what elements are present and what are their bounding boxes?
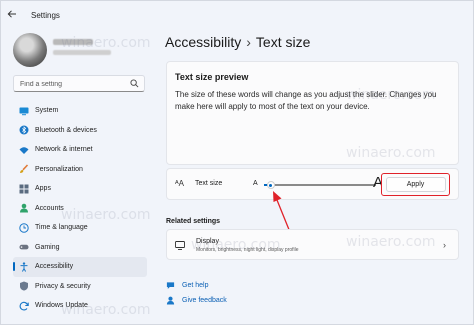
help-icon <box>166 282 175 289</box>
sidebar-item-label: System <box>35 107 59 115</box>
text-size-preview-card: Text size preview The size of these word… <box>166 61 459 165</box>
sidebar-item-label: Personalization <box>35 165 83 173</box>
settings-window: Settings System Bluetooth & devices <box>0 0 474 325</box>
sidebar-item-accounts[interactable]: Accounts <box>13 199 147 219</box>
search-box[interactable] <box>13 75 145 92</box>
profile-email-blurred <box>53 50 111 55</box>
apply-button[interactable]: Apply <box>385 177 446 192</box>
shield-icon <box>19 281 29 291</box>
sidebar-item-label: Privacy & security <box>35 282 91 290</box>
bluetooth-icon <box>19 125 29 135</box>
display-title: Display <box>196 238 219 245</box>
sidebar-item-accessibility[interactable]: Accessibility <box>13 257 147 277</box>
sidebar-item-privacy-security[interactable]: Privacy & security <box>13 277 147 297</box>
sidebar-item-label: Accounts <box>35 204 64 212</box>
sidebar-item-label: Time & language <box>35 224 88 232</box>
apps-icon <box>19 184 29 194</box>
search-icon <box>130 79 139 88</box>
slider-small-a: A <box>253 180 258 187</box>
text-size-icon: ᴬA <box>175 179 184 188</box>
breadcrumb-parent[interactable]: Accessibility <box>165 34 241 50</box>
sidebar-item-bluetooth[interactable]: Bluetooth & devices <box>13 121 147 141</box>
text-size-card: ᴬA Text size A A Apply <box>166 168 459 200</box>
sidebar-item-time-language[interactable]: Time & language <box>13 218 147 238</box>
sidebar-item-personalization[interactable]: Personalization <box>13 160 147 180</box>
related-settings-header: Related settings <box>166 218 221 225</box>
system-icon <box>19 106 29 116</box>
give-feedback-label[interactable]: Give feedback <box>182 297 227 304</box>
sidebar-nav: System Bluetooth & devices Network & int… <box>13 101 147 316</box>
back-button[interactable] <box>7 9 21 21</box>
sidebar-item-gaming[interactable]: Gaming <box>13 238 147 258</box>
get-help-link[interactable]: Get help <box>166 280 208 291</box>
accessibility-icon <box>19 262 29 272</box>
globe-clock-icon <box>19 223 29 233</box>
text-size-slider[interactable] <box>264 181 376 189</box>
sidebar-item-label: Apps <box>35 185 51 193</box>
monitor-icon <box>175 241 185 250</box>
sidebar-item-system[interactable]: System <box>13 101 147 121</box>
feedback-icon <box>166 296 175 305</box>
text-size-label: Text size <box>195 180 223 187</box>
profile-name-blurred <box>53 39 93 45</box>
sidebar-item-label: Accessibility <box>35 263 74 271</box>
chevron-right-icon: › <box>443 240 446 250</box>
avatar[interactable] <box>13 33 47 67</box>
page-title: Text size <box>255 34 311 50</box>
person-icon <box>19 203 29 213</box>
gamepad-icon <box>19 242 29 252</box>
breadcrumb: Accessibility › Text size <box>165 34 310 50</box>
display-subtitle: Monitors, brightness, night light, displ… <box>196 247 299 253</box>
sidebar-item-label: Gaming <box>35 243 60 251</box>
title-bar: Settings <box>1 1 473 29</box>
network-icon <box>19 145 29 155</box>
sidebar-item-label: Windows Update <box>35 302 88 310</box>
sidebar-item-network[interactable]: Network & internet <box>13 140 147 160</box>
sidebar-item-apps[interactable]: Apps <box>13 179 147 199</box>
breadcrumb-separator: › <box>246 34 251 50</box>
back-arrow-icon <box>7 10 16 18</box>
brush-icon <box>19 164 29 174</box>
slider-thumb[interactable] <box>266 181 275 189</box>
display-settings-card[interactable]: Display Monitors, brightness, night ligh… <box>166 229 459 260</box>
preview-title: Text size preview <box>175 72 249 82</box>
give-feedback-link[interactable]: Give feedback <box>166 295 227 306</box>
get-help-label[interactable]: Get help <box>182 282 208 289</box>
preview-text: The size of these words will change as y… <box>175 90 437 111</box>
sidebar-item-label: Bluetooth & devices <box>35 126 97 134</box>
search-input[interactable] <box>20 79 125 89</box>
sidebar-item-label: Network & internet <box>35 146 93 154</box>
apply-highlight-box: Apply <box>381 173 450 196</box>
app-title: Settings <box>31 11 60 20</box>
update-icon <box>19 301 29 311</box>
sidebar-item-windows-update[interactable]: Windows Update <box>13 296 147 316</box>
